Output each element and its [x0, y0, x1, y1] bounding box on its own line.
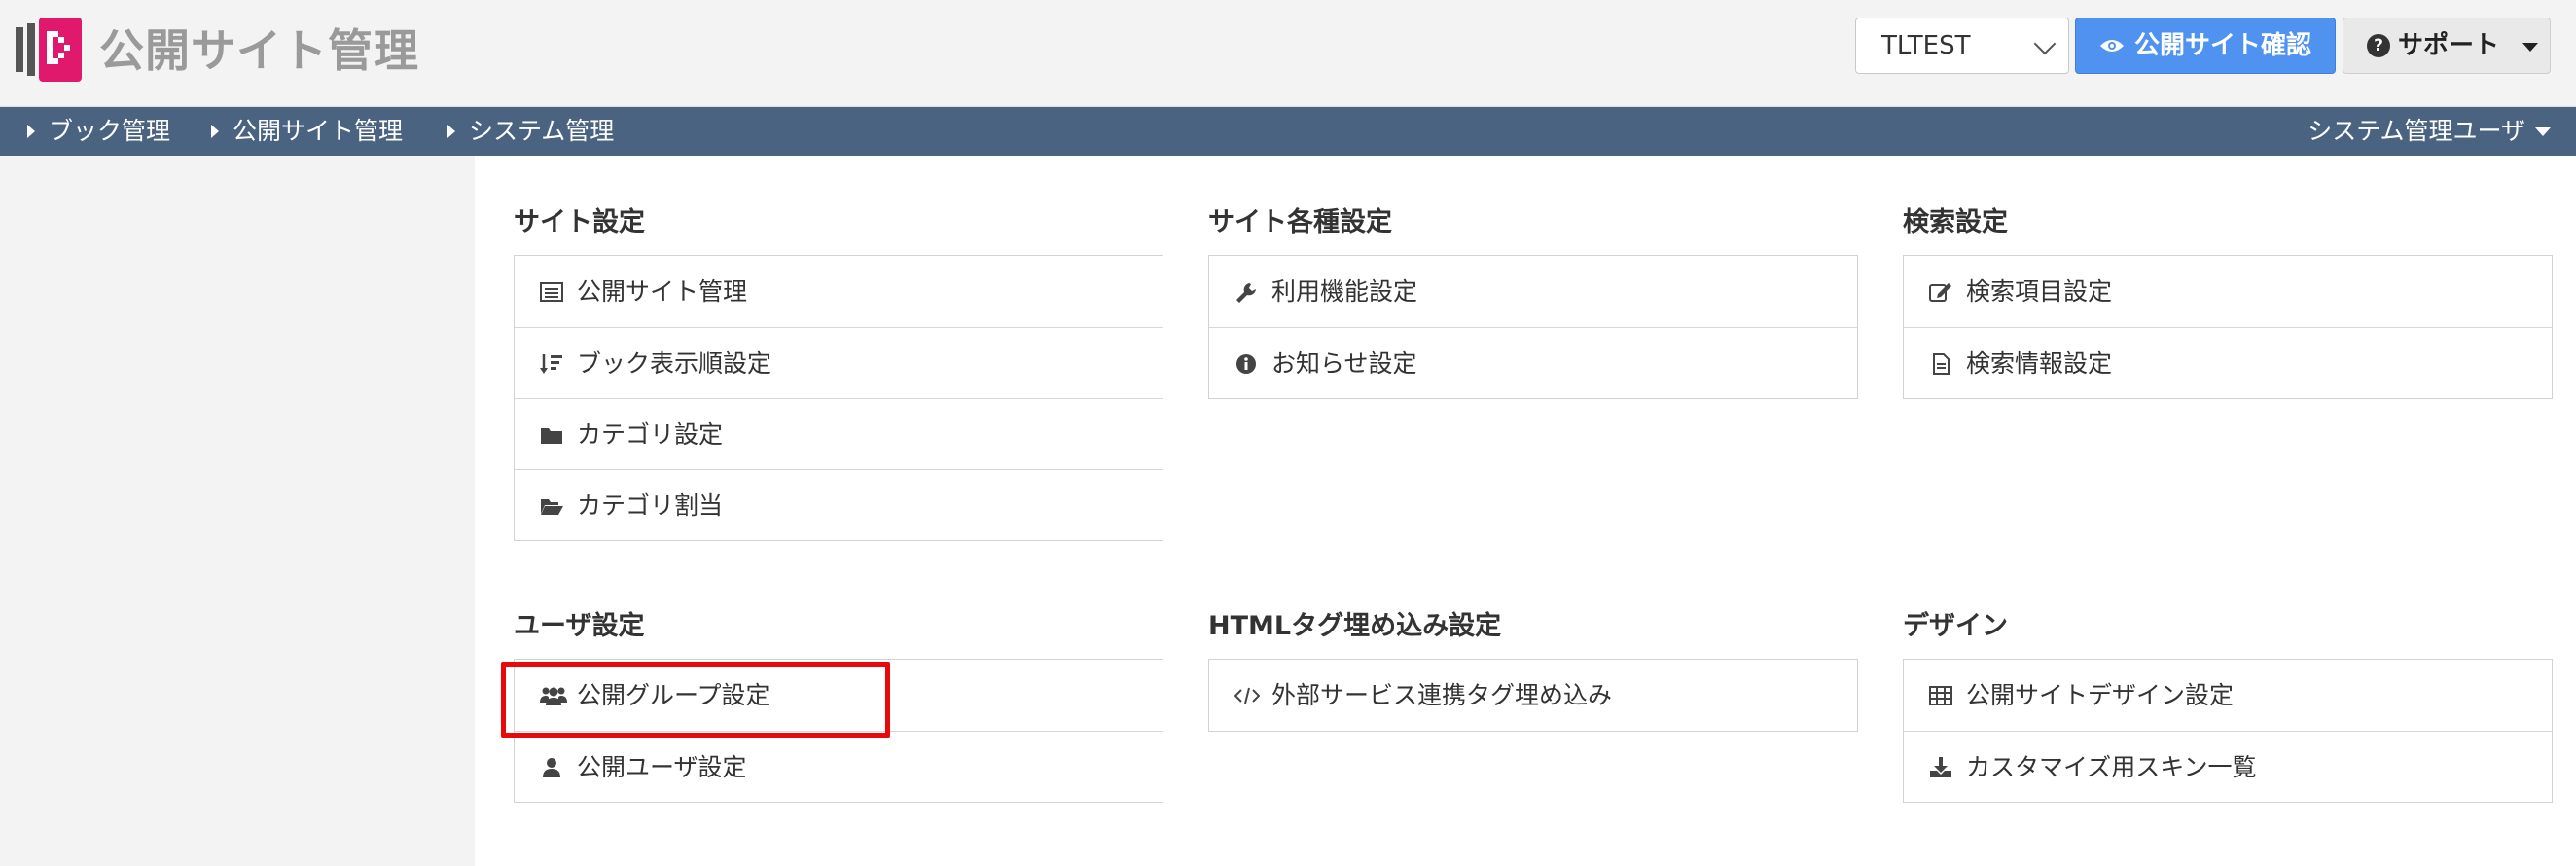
folder-icon: [541, 428, 562, 444]
section-title: サイト各種設定: [1208, 207, 1392, 237]
menu-item-label: 利用機能設定: [1271, 277, 1418, 306]
section-title: ユーザ設定: [514, 611, 645, 641]
menu-item-label: 外部サービス連携タグ埋め込み: [1271, 681, 1613, 709]
menu-item-label: 公開サイトデザイン設定: [1966, 681, 2235, 709]
menu-item-notice-settings[interactable]: お知らせ設定: [1209, 327, 1857, 398]
menu-item-book-display-order[interactable]: ブック表示順設定: [515, 327, 1163, 398]
menu-item-feature-settings[interactable]: 利用機能設定: [1209, 256, 1857, 327]
public-site-check-label: 公開サイト確認: [2134, 31, 2312, 60]
menu-item-label: 検索項目設定: [1966, 277, 2113, 306]
folder-open-icon: [541, 499, 563, 515]
site-select[interactable]: TLTEST: [1855, 18, 2069, 74]
menu-list: 公開サイトデザイン設定 カスタマイズ用スキン一覧: [1903, 659, 2553, 803]
support-label: サポート: [2398, 31, 2500, 60]
caret-down-icon: [2535, 127, 2551, 136]
user-menu[interactable]: システム管理ユーザ: [2308, 107, 2551, 156]
public-site-check-button[interactable]: 公開サイト確認: [2075, 18, 2336, 74]
section-html-tag-embed-settings: HTMLタグ埋め込み設定 外部サービス連携タグ埋め込み: [1208, 595, 1858, 732]
menu-list: 検索項目設定 検索情報設定: [1903, 255, 2553, 399]
menu-item-category-assignment[interactable]: カテゴリ割当: [515, 469, 1163, 540]
menu-item-label: 検索情報設定: [1966, 349, 2113, 378]
sidebar: [0, 156, 475, 866]
menu-item-label: カテゴリ設定: [577, 420, 724, 449]
app-title: 公開サイト管理: [99, 24, 419, 77]
main-nav: ブック管理 公開サイト管理 システム管理 システム管理ユーザ: [0, 107, 2576, 156]
sort-amount-down-icon: [540, 354, 562, 374]
section-search-settings: 検索設定 検索項目設定 検索情報設定: [1903, 191, 2553, 399]
section-site-settings: サイト設定 公開サイト管理 ブック表示順設定 カテゴリ設定 カテゴリ割当: [514, 191, 1163, 541]
section-design: デザイン 公開サイトデザイン設定 カスタマイズ用スキン一覧: [1903, 595, 2553, 803]
menu-item-label: ブック表示順設定: [577, 349, 772, 378]
section-site-misc-settings: サイト各種設定 利用機能設定 お知らせ設定: [1208, 191, 1858, 399]
download-icon: [1930, 757, 1951, 777]
user-icon: [543, 758, 560, 777]
menu-list: 利用機能設定 お知らせ設定: [1208, 255, 1858, 399]
section-title: 検索設定: [1903, 207, 2008, 237]
caret-right-icon: [211, 125, 219, 138]
menu-item-label: 公開サイト管理: [577, 277, 748, 306]
menu-item-public-site-management[interactable]: 公開サイト管理: [515, 256, 1163, 327]
main-content: サイト設定 公開サイト管理 ブック表示順設定 カテゴリ設定 カテゴリ割当 サイト…: [475, 156, 2576, 866]
nav-item-public-site-management[interactable]: 公開サイト管理: [211, 107, 403, 156]
info-circle-icon: [1236, 354, 1256, 374]
menu-item-label: カスタマイズ用スキン一覧: [1966, 753, 2257, 781]
highlight-box: [501, 662, 890, 738]
edit-icon: [1929, 283, 1951, 302]
user-menu-label: システム管理ユーザ: [2308, 117, 2525, 145]
menu-item-external-service-tag-embed[interactable]: 外部サービス連携タグ埋め込み: [1209, 660, 1857, 731]
section-title: サイト設定: [514, 207, 645, 237]
menu-item-label: カテゴリ割当: [577, 491, 724, 520]
question-circle-icon: ?: [2367, 34, 2390, 57]
menu-item-public-user-settings[interactable]: 公開ユーザ設定: [515, 731, 1163, 802]
support-dropdown-button[interactable]: ? サポート: [2343, 18, 2551, 74]
menu-item-search-field-settings[interactable]: 検索項目設定: [1904, 256, 2552, 327]
menu-list: 公開サイト管理 ブック表示順設定 カテゴリ設定 カテゴリ割当: [514, 255, 1163, 541]
menu-list: 外部サービス連携タグ埋め込み: [1208, 659, 1858, 732]
nav-item-label: システム管理: [469, 117, 615, 145]
nav-item-book-management[interactable]: ブック管理: [27, 107, 170, 156]
header: 公開サイト管理 TLTEST 公開サイト確認 ? サポート: [0, 0, 2576, 107]
menu-item-custom-skin-list[interactable]: カスタマイズ用スキン一覧: [1904, 731, 2552, 802]
menu-item-public-site-design-settings[interactable]: 公開サイトデザイン設定: [1904, 660, 2552, 731]
menu-item-label: 公開ユーザ設定: [577, 753, 747, 781]
nav-item-label: 公開サイト管理: [233, 117, 404, 145]
app-logo-icon: [16, 18, 82, 82]
caret-right-icon: [447, 125, 455, 138]
caret-down-icon: [2522, 43, 2538, 52]
caret-right-icon: [27, 125, 35, 138]
section-title: デザイン: [1903, 611, 2008, 641]
site-select-value: TLTEST: [1881, 31, 1971, 60]
list-alt-icon: [540, 282, 563, 302]
file-alt-icon: [1933, 353, 1950, 375]
code-icon: [1234, 687, 1260, 704]
nav-item-system-management[interactable]: システム管理: [447, 107, 614, 156]
nav-item-label: ブック管理: [49, 117, 171, 145]
menu-item-category-settings[interactable]: カテゴリ設定: [515, 398, 1163, 469]
eye-icon: [2100, 40, 2124, 52]
chevron-down-icon: [2033, 32, 2057, 55]
wrench-icon: [1236, 283, 1256, 303]
menu-item-search-info-settings[interactable]: 検索情報設定: [1904, 327, 2552, 398]
section-title: HTMLタグ埋め込み設定: [1208, 611, 1502, 641]
menu-item-label: お知らせ設定: [1271, 349, 1417, 378]
table-icon: [1929, 686, 1952, 705]
